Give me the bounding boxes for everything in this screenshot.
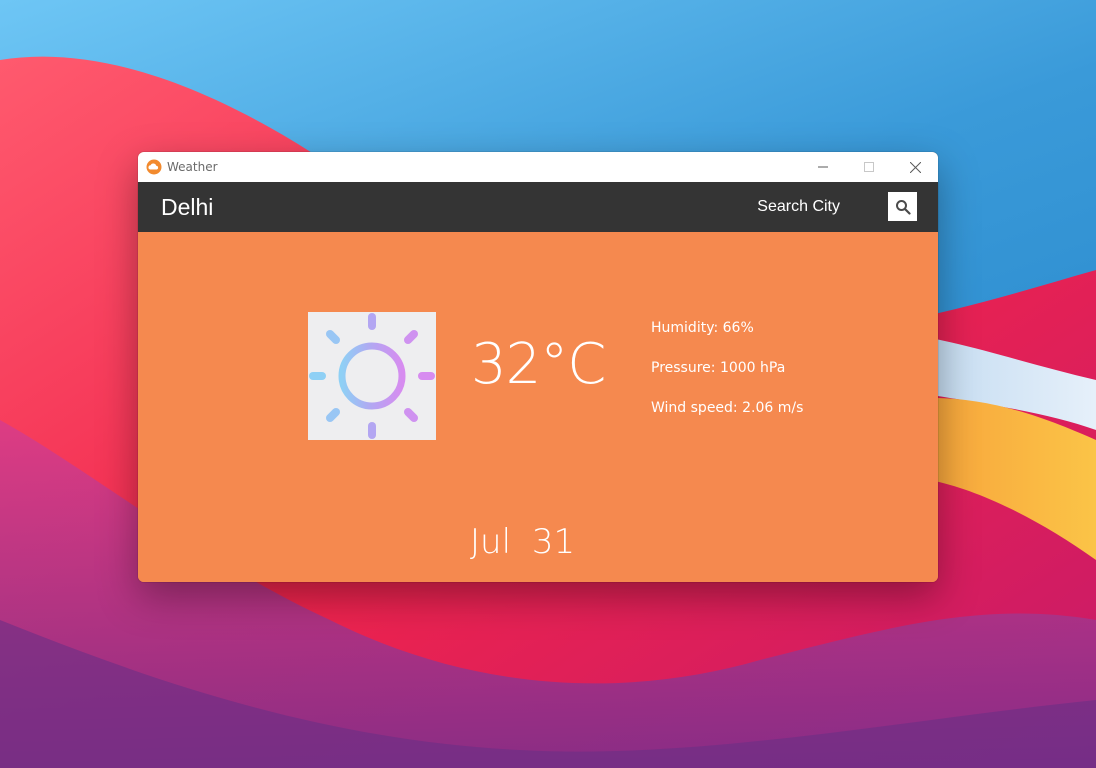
maximize-icon	[864, 162, 874, 172]
weather-panel: 32°C Humidity: 66% Pressure: 1000 hPa Wi…	[138, 232, 938, 582]
window-title: Weather	[167, 160, 218, 174]
search-button[interactable]	[888, 192, 917, 221]
weather-stats: Humidity: 66% Pressure: 1000 hPa Wind sp…	[651, 320, 803, 440]
minimize-icon	[818, 166, 828, 168]
weather-app-window: Weather Delhi Search City 32°C Humidity:…	[138, 152, 938, 582]
close-icon	[909, 161, 921, 173]
city-name: Delhi	[161, 194, 214, 220]
cloud-sun-icon	[146, 159, 162, 175]
sun-icon	[309, 313, 435, 439]
weather-condition-image	[308, 312, 436, 440]
pressure-text: Pressure: 1000 hPa	[651, 360, 786, 376]
minimize-button[interactable]	[800, 152, 846, 182]
wind-speed-text: Wind speed: 2.06 m/s	[651, 400, 804, 416]
maximize-button[interactable]	[846, 152, 892, 182]
app-header: Delhi Search City	[138, 182, 938, 232]
close-button[interactable]	[892, 152, 938, 182]
date-text: Jul 31	[470, 522, 576, 562]
search-city-label[interactable]: Search City	[757, 198, 840, 216]
search-icon	[895, 199, 911, 215]
humidity-text: Humidity: 66%	[651, 320, 754, 336]
temperature-value: 32°C	[471, 332, 606, 397]
window-controls	[800, 152, 938, 182]
title-bar[interactable]: Weather	[138, 152, 938, 182]
